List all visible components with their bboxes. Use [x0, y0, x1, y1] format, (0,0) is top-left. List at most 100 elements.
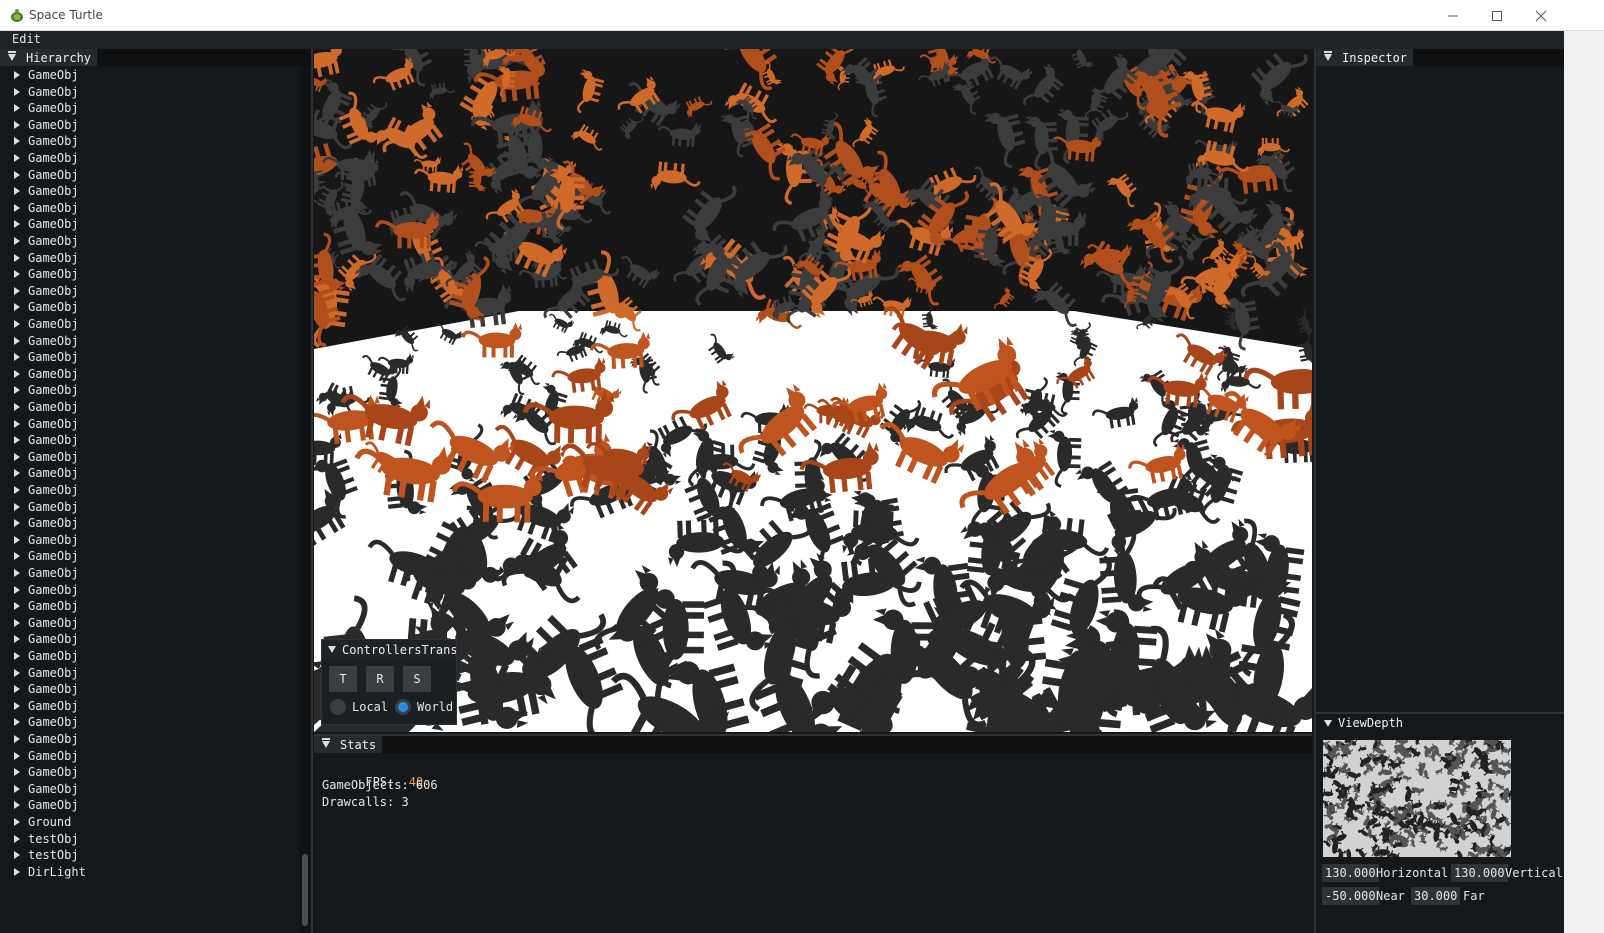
- menu-edit[interactable]: Edit: [12, 32, 41, 46]
- expand-arrow-icon[interactable]: [14, 668, 20, 677]
- hierarchy-scrollbar[interactable]: [300, 66, 310, 931]
- expand-arrow-icon[interactable]: [14, 120, 20, 129]
- hierarchy-item[interactable]: GameObj: [14, 598, 79, 614]
- hierarchy-item[interactable]: GameObj: [14, 482, 79, 498]
- hierarchy-item[interactable]: GameObj: [14, 665, 79, 681]
- hierarchy-item[interactable]: GameObj: [14, 797, 79, 813]
- hierarchy-item[interactable]: GameObj: [14, 183, 79, 199]
- expand-arrow-icon[interactable]: [14, 452, 20, 461]
- hierarchy-item[interactable]: GameObj: [14, 266, 79, 282]
- local-radio[interactable]: [330, 699, 346, 715]
- hierarchy-item[interactable]: GameObj: [14, 648, 79, 664]
- hierarchy-item[interactable]: DirLight: [14, 864, 86, 880]
- expand-arrow-icon[interactable]: [14, 87, 20, 96]
- hierarchy-item[interactable]: GameObj: [14, 250, 79, 266]
- expand-arrow-icon[interactable]: [14, 154, 20, 162]
- hierarchy-item[interactable]: Ground: [14, 814, 71, 830]
- hierarchy-item[interactable]: GameObj: [14, 714, 79, 730]
- hierarchy-item[interactable]: GameObj: [14, 532, 79, 548]
- scene-viewport[interactable]: [314, 49, 1312, 732]
- scale-button[interactable]: S: [403, 666, 431, 692]
- expand-arrow-icon[interactable]: [14, 104, 20, 113]
- expand-arrow-icon[interactable]: [14, 320, 20, 328]
- expand-arrow-icon[interactable]: [14, 602, 20, 611]
- expand-arrow-icon[interactable]: [14, 286, 20, 295]
- expand-arrow-icon[interactable]: [14, 436, 20, 445]
- expand-arrow-icon[interactable]: [14, 71, 20, 79]
- hierarchy-item[interactable]: GameObj: [14, 216, 79, 232]
- vertical-field[interactable]: 130.000: [1451, 864, 1508, 882]
- hierarchy-item[interactable]: GameObj: [14, 515, 79, 531]
- expand-arrow-icon[interactable]: [14, 735, 20, 743]
- hierarchy-item[interactable]: GameObj: [14, 233, 79, 249]
- expand-arrow-icon[interactable]: [14, 685, 20, 694]
- hierarchy-item[interactable]: testObj: [14, 847, 79, 863]
- expand-arrow-icon[interactable]: [14, 585, 20, 594]
- maximize-button[interactable]: [1474, 0, 1520, 31]
- expand-arrow-icon[interactable]: [14, 403, 20, 411]
- expand-arrow-icon[interactable]: [14, 618, 20, 627]
- hierarchy-item[interactable]: GameObj: [14, 465, 79, 481]
- hierarchy-item[interactable]: GameObj: [14, 200, 79, 216]
- local-radio-option[interactable]: Local: [330, 698, 388, 716]
- expand-arrow-icon[interactable]: [14, 701, 20, 710]
- inspector-tab[interactable]: Inspector: [1316, 49, 1414, 66]
- world-radio-option[interactable]: World: [395, 698, 453, 716]
- hierarchy-item[interactable]: GameObj: [14, 399, 79, 415]
- expand-arrow-icon[interactable]: [14, 834, 20, 843]
- minimize-button[interactable]: [1430, 0, 1476, 31]
- hierarchy-item[interactable]: GameObj: [14, 681, 79, 697]
- expand-arrow-icon[interactable]: [14, 535, 20, 544]
- expand-arrow-icon[interactable]: [14, 237, 20, 245]
- hierarchy-item[interactable]: GameObj: [14, 748, 79, 764]
- hierarchy-item[interactable]: GameObj: [14, 167, 79, 183]
- hierarchy-item[interactable]: GameObj: [14, 382, 79, 398]
- near-field[interactable]: -50.000: [1322, 887, 1379, 905]
- close-button[interactable]: [1518, 0, 1564, 31]
- hierarchy-item[interactable]: GameObj: [14, 150, 79, 166]
- expand-arrow-icon[interactable]: [14, 137, 20, 146]
- translate-button[interactable]: T: [329, 666, 357, 692]
- expand-arrow-icon[interactable]: [14, 801, 20, 810]
- world-radio[interactable]: [395, 699, 411, 715]
- hierarchy-item[interactable]: GameObj: [14, 366, 79, 382]
- hierarchy-item[interactable]: GameObj: [14, 499, 79, 515]
- expand-arrow-icon[interactable]: [14, 386, 20, 395]
- expand-arrow-icon[interactable]: [14, 751, 20, 760]
- hierarchy-item[interactable]: testObj: [14, 831, 79, 847]
- horizontal-field[interactable]: 130.000: [1322, 864, 1379, 882]
- hierarchy-item[interactable]: GameObj: [14, 67, 79, 83]
- hierarchy-item[interactable]: GameObj: [14, 333, 79, 349]
- hierarchy-item[interactable]: GameObj: [14, 615, 79, 631]
- expand-arrow-icon[interactable]: [14, 303, 20, 312]
- hierarchy-item[interactable]: GameObj: [14, 299, 79, 315]
- hierarchy-item[interactable]: GameObj: [14, 349, 79, 365]
- expand-arrow-icon[interactable]: [14, 170, 20, 179]
- hierarchy-item[interactable]: GameObj: [14, 449, 79, 465]
- expand-arrow-icon[interactable]: [14, 203, 20, 212]
- viewdepth-title-bar[interactable]: ViewDepth: [1316, 714, 1564, 732]
- hierarchy-item[interactable]: GameObj: [14, 631, 79, 647]
- hierarchy-item[interactable]: GameObj: [14, 548, 79, 564]
- hierarchy-item[interactable]: GameObj: [14, 698, 79, 714]
- expand-arrow-icon[interactable]: [14, 818, 20, 826]
- expand-arrow-icon[interactable]: [14, 253, 20, 262]
- expand-arrow-icon[interactable]: [14, 519, 20, 528]
- controllers-title-bar[interactable]: ControllersTransf: [322, 640, 456, 659]
- expand-arrow-icon[interactable]: [14, 502, 20, 511]
- expand-arrow-icon[interactable]: [14, 187, 20, 196]
- expand-arrow-icon[interactable]: [14, 569, 20, 577]
- stats-tab[interactable]: Stats: [314, 736, 383, 753]
- hierarchy-tab[interactable]: Hierarchy: [0, 49, 98, 66]
- hierarchy-item[interactable]: GameObj: [14, 764, 79, 780]
- expand-arrow-icon[interactable]: [14, 369, 20, 378]
- hierarchy-item[interactable]: GameObj: [14, 731, 79, 747]
- hierarchy-item[interactable]: GameObj: [14, 316, 79, 332]
- expand-arrow-icon[interactable]: [14, 486, 20, 494]
- expand-arrow-icon[interactable]: [14, 353, 20, 362]
- expand-arrow-icon[interactable]: [14, 220, 20, 229]
- expand-arrow-icon[interactable]: [14, 784, 20, 793]
- expand-arrow-icon[interactable]: [14, 419, 20, 428]
- hierarchy-item[interactable]: GameObj: [14, 781, 79, 797]
- hierarchy-item[interactable]: GameObj: [14, 133, 79, 149]
